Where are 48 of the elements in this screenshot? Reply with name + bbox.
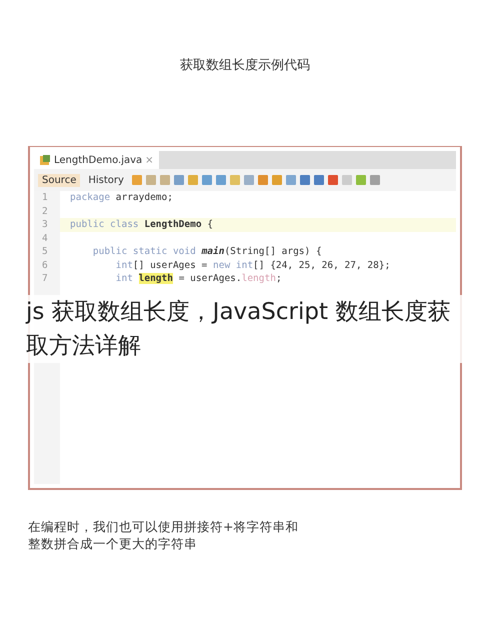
heading: 获取数组长度示例代码 — [179, 57, 311, 74]
code-token: arraydemo; — [116, 192, 173, 203]
line-number: 2 — [41, 204, 49, 218]
code-token: (String[] args) { — [224, 246, 322, 257]
tool-icon[interactable] — [328, 175, 338, 185]
tool-icon[interactable] — [146, 175, 156, 185]
line-number: 4 — [41, 232, 49, 245]
code-token: [] {24, 25, 26, 27, 28}; — [253, 260, 390, 270]
tool-icon[interactable] — [230, 175, 240, 185]
tool-icon[interactable] — [202, 175, 212, 185]
line-number: 5 — [41, 245, 49, 258]
tool-icon[interactable] — [188, 175, 198, 185]
tool-icon[interactable] — [356, 175, 366, 185]
line-number: 3 — [41, 218, 49, 232]
code-token: LengthDemo — [144, 219, 202, 230]
code-token: int — [114, 273, 134, 284]
code-token: length — [242, 273, 276, 284]
tool-icon[interactable] — [300, 175, 310, 185]
code-token: = userAges. — [178, 273, 242, 284]
code-token: length — [138, 273, 173, 284]
code-token: public static void — [92, 246, 197, 257]
code-token: int — [114, 260, 133, 270]
tool-icon[interactable] — [174, 175, 184, 185]
tab-label: LengthDemo.java — [54, 154, 142, 166]
caption: 在编程时，我们也可以使用拼接符+将字符串和整数拼合成一个更大的字符串 — [28, 518, 300, 552]
code-token: new int — [213, 260, 254, 270]
code-token: main — [202, 246, 224, 257]
tool-icon[interactable] — [286, 175, 296, 185]
tool-icon[interactable] — [132, 175, 142, 185]
line-number: 7 — [41, 272, 49, 286]
line-number: 1 — [41, 191, 49, 204]
code-token: { — [206, 219, 214, 230]
tool-icon[interactable] — [258, 175, 268, 185]
tool-icon[interactable] — [314, 175, 324, 185]
code-token: public class — [70, 219, 140, 230]
tool-icon[interactable] — [370, 175, 380, 185]
tool-icon[interactable] — [216, 175, 226, 185]
code-token: package — [70, 192, 112, 203]
line-number: 6 — [41, 258, 49, 272]
file-tab[interactable]: LengthDemo.java × — [34, 151, 159, 169]
file-icon — [39, 154, 51, 166]
tool-icon[interactable] — [244, 175, 254, 185]
view-tab[interactable]: History — [84, 174, 128, 186]
view-tab[interactable]: Source — [38, 174, 80, 186]
tool-icon[interactable] — [160, 175, 170, 185]
code-token: ; — [276, 273, 282, 284]
tool-icon[interactable] — [272, 175, 282, 185]
code-token: [] userAges = — [132, 260, 208, 270]
